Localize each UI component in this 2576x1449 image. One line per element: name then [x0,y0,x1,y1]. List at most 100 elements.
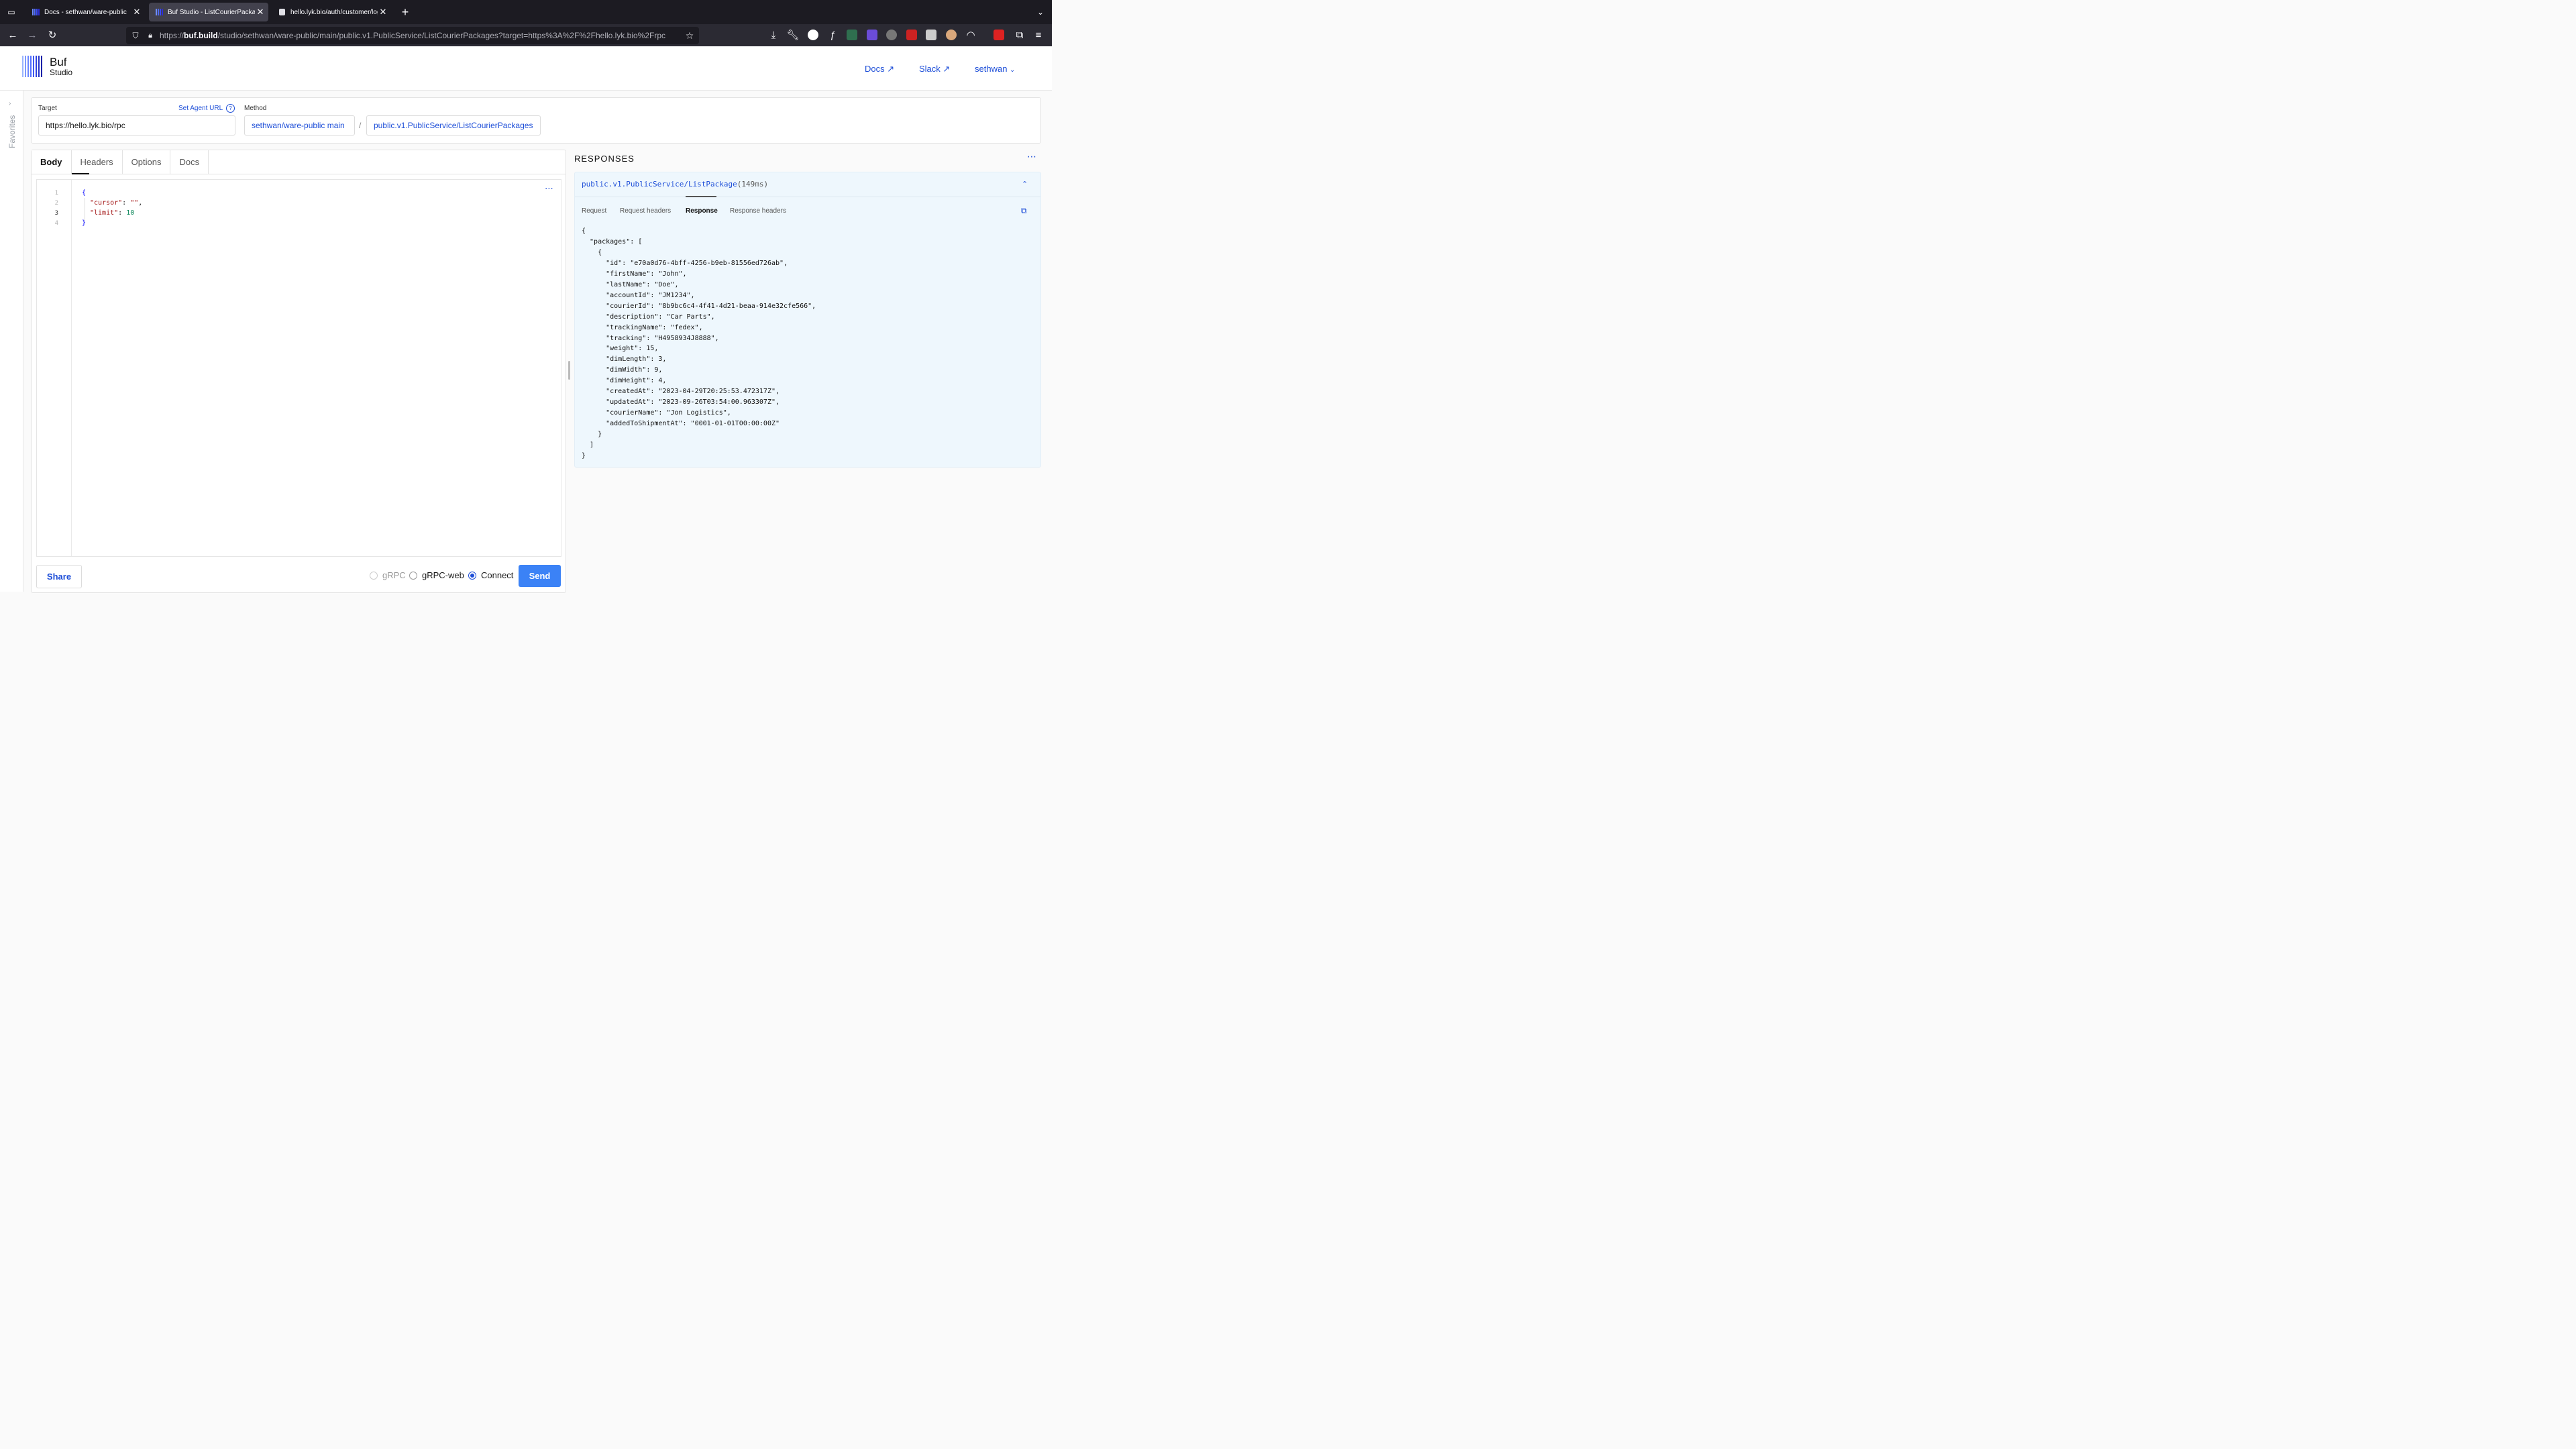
protocol-connect-label[interactable]: Connect [481,570,513,580]
buf-favicon-icon [32,9,40,15]
browser-nav-bar: ← → ↻ ⛉ 🔒︎ https://buf.build/studio/seth… [0,24,1052,46]
responses-more-icon[interactable]: ⋯ [1027,151,1036,162]
protocol-grpc-label[interactable]: gRPC [382,570,406,580]
line-number: 2 [54,200,58,207]
slack-link[interactable]: Slack ↗ [919,64,950,74]
menu-icon[interactable]: ≡ [1032,29,1045,42]
shield-icon[interactable]: ⛉ [129,29,142,42]
extension-avatar-icon[interactable] [946,30,957,40]
chevron-down-icon[interactable]: ⌄ [1034,5,1047,19]
docs-link[interactable]: Docs ↗ [865,64,894,74]
favorites-label[interactable]: Favorites [7,115,17,148]
code-brace-open: { [82,189,87,197]
tab-response[interactable]: Response [686,207,718,215]
response-card: public.v1.PublicService/ListPackage(149m… [574,172,1041,468]
buf-logo-icon[interactable] [22,56,42,77]
close-tab-icon[interactable]: ✕ [378,7,388,17]
target-card: Target Set Agent URL ? https://hello.lyk… [31,97,1041,144]
url-text[interactable]: https://buf.build/studio/sethwan/ware-pu… [160,31,665,40]
downloads-icon[interactable]: ⤓ [767,29,780,42]
headphones-icon[interactable]: ◠ [964,29,977,42]
chevron-right-icon[interactable]: › [9,100,11,107]
help-icon[interactable]: ? [226,104,235,113]
line-number: 3 [54,210,58,217]
tab-request-headers[interactable]: Request headers [620,207,671,215]
code-line-cursor: "cursor": "", [90,199,143,207]
buf-favicon-icon [156,9,163,15]
tab-docs[interactable]: Docs [170,150,209,174]
request-tabs: Body Headers Options Docs [32,150,566,174]
function-icon[interactable]: ƒ [826,29,839,42]
extensions-puzzle-icon[interactable]: ⧉ [1013,29,1026,42]
tab-title: Docs - sethwan/ware-public [44,8,127,16]
lock-icon[interactable]: 🔒︎ [144,29,157,42]
reload-icon[interactable]: ↻ [46,29,59,42]
line-number: 4 [54,220,58,227]
target-label: Target [38,105,57,112]
panel-resize-handle[interactable] [568,361,570,380]
radio-connect[interactable] [468,572,476,580]
response-body: { "packages": [ { "id": "e70a0d76-4bff-4… [582,227,816,460]
extension-ublock-icon[interactable] [906,30,917,40]
close-tab-icon[interactable]: ✕ [131,7,142,17]
forward-icon[interactable]: → [25,29,39,42]
brand-subtitle: Studio [50,68,73,77]
close-tab-icon[interactable]: ✕ [255,7,266,17]
tab-title: hello.lyk.bio/auth/customer/login [290,8,378,16]
extension-react-icon[interactable] [847,30,857,40]
active-tab-indicator [72,173,89,174]
user-name: sethwan [975,64,1008,74]
responses-title: RESPONSES [574,154,635,164]
tab-headers[interactable]: Headers [72,150,123,174]
share-button[interactable]: Share [36,565,82,588]
browser-tab-docs[interactable]: Docs - sethwan/ware-public ✕ [25,3,145,21]
chevron-down-icon: ⌄ [1010,66,1016,74]
extension-red-icon[interactable] [994,30,1004,40]
protocol-grpc-web-label[interactable]: gRPC-web [422,570,464,580]
request-footer: Share gRPC gRPC-web Connect Send [32,560,566,592]
collapse-chevron-up-icon[interactable]: ⌃ [1022,180,1028,189]
tab-body[interactable]: Body [32,150,72,174]
browser-tab-hello[interactable]: hello.lyk.bio/auth/customer/login ✕ [272,3,391,21]
extension-badge-icon[interactable] [867,30,877,40]
bookmark-star-icon[interactable]: ☆ [683,29,696,42]
path-separator: / [359,121,362,130]
response-method[interactable]: public.v1.PublicService/ListPackage(149m… [582,180,768,189]
tab-request[interactable]: Request [582,207,606,215]
code-brace-close: } [82,219,87,227]
extension-circle-icon[interactable] [886,30,897,40]
body-editor[interactable]: 1 2 3 4 { "cursor": "", "limit": 10 } ⋯ [36,179,561,557]
app-header: Buf Studio Docs ↗ Slack ↗ sethwan ⌄ [0,46,1052,91]
page-favicon-icon [279,9,285,15]
tab-response-headers[interactable]: Response headers [730,207,786,215]
send-button[interactable]: Send [519,565,561,587]
code-line-limit: "limit": 10 [90,209,135,217]
favorites-sidebar[interactable]: › Favorites [0,91,23,592]
method-selector[interactable]: public.v1.PublicService/ListCourierPacka… [366,115,541,136]
extension-translate-icon[interactable] [926,30,936,40]
module-selector[interactable]: sethwan/ware-public main [244,115,355,136]
radio-grpc-web[interactable] [409,572,417,580]
back-icon[interactable]: ← [6,29,19,42]
browser-tab-studio[interactable]: Buf Studio - ListCourierPackages ✕ [149,3,268,21]
new-tab-icon[interactable]: + [398,5,412,19]
extension-d-icon[interactable] [808,30,818,40]
method-label: Method [244,105,267,112]
request-panel: Body Headers Options Docs 1 2 3 4 { "cur… [31,150,566,593]
user-menu[interactable]: sethwan ⌄ [975,64,1015,74]
radio-grpc[interactable] [370,572,378,580]
browser-tab-bar: ▭ Docs - sethwan/ware-public ✕ Buf Studi… [0,0,1052,24]
active-response-indicator [686,196,716,197]
line-gutter: 1 2 3 4 [37,180,72,556]
tab-options[interactable]: Options [123,150,171,174]
tab-title: Buf Studio - ListCourierPackages [168,8,255,16]
wrench-icon[interactable]: 🔧︎ [786,29,800,42]
target-url-input[interactable]: https://hello.lyk.bio/rpc [38,115,235,136]
tab-list-icon[interactable]: ▭ [5,5,18,19]
set-agent-url-link[interactable]: Set Agent URL [178,105,223,112]
brand-title: Buf [50,56,67,68]
line-number: 1 [54,190,58,197]
editor-more-icon[interactable]: ⋯ [545,183,553,194]
copy-icon[interactable]: ⧉ [1021,206,1027,216]
url-bar[interactable]: ⛉ 🔒︎ https://buf.build/studio/sethwan/wa… [126,27,699,44]
